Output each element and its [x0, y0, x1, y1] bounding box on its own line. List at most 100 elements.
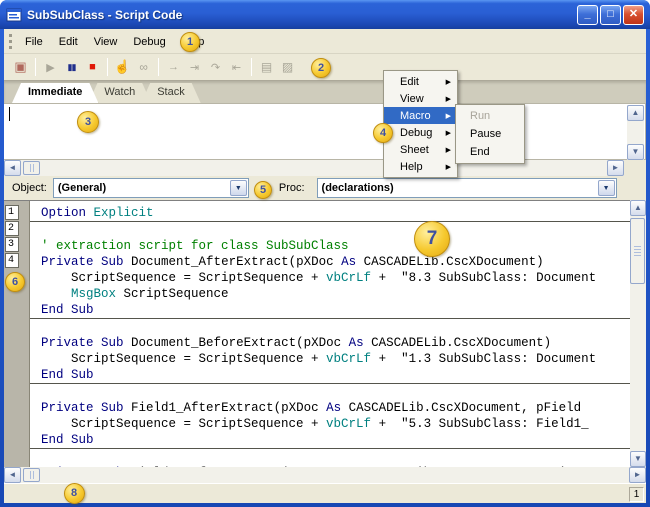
code-line[interactable]: MsgBox ScriptSequence — [4, 286, 630, 302]
menu-item-label: Sheet — [400, 144, 446, 156]
proc-dropdown[interactable]: (declarations) ▼ — [317, 178, 617, 198]
menu-file[interactable]: File — [17, 33, 51, 51]
tab-immediate[interactable]: Immediate — [12, 83, 98, 103]
code-token: vbCrLf — [326, 352, 371, 366]
close-button[interactable]: ✕ — [623, 5, 644, 25]
dialogs-icon[interactable] — [256, 57, 277, 77]
step-icon[interactable] — [163, 57, 184, 77]
code-line[interactable]: ScriptSequence = ScriptSequence + vbCrLf… — [4, 270, 630, 286]
code-line[interactable]: Private Sub Document_BeforeExtract(pXDoc… — [4, 335, 630, 351]
code-token: ScriptSequence — [116, 287, 229, 301]
step-out-icon[interactable] — [226, 57, 247, 77]
ctx-help[interactable]: Help▶ — [384, 158, 457, 175]
chevron-down-icon[interactable]: ▼ — [598, 180, 615, 196]
title-bar[interactable]: SubSubClass - Script Code _ □ ✕ — [0, 0, 650, 29]
run-icon[interactable] — [40, 57, 61, 77]
ctx-debug[interactable]: Debug▶ — [384, 124, 457, 141]
callout-badge-1: 1 — [180, 32, 200, 52]
menu-debug[interactable]: Debug — [125, 33, 173, 51]
menu-item-label: Debug — [400, 127, 446, 139]
code-line[interactable] — [4, 222, 630, 238]
code-margin[interactable]: 1234 — [4, 201, 30, 467]
scrollbar-thumb[interactable] — [23, 468, 40, 482]
code-line[interactable] — [4, 319, 630, 335]
code-token: End Sub — [41, 303, 94, 317]
properties-icon[interactable] — [277, 57, 298, 77]
menu-bar: FileEditViewDebugHelp — [4, 29, 646, 54]
scroll-left-icon[interactable]: ◄ — [4, 160, 21, 176]
sub-run[interactable]: Run — [456, 107, 524, 125]
scroll-down-icon[interactable]: ▼ — [627, 144, 644, 160]
code-line[interactable] — [4, 449, 630, 465]
code-token: Option — [41, 206, 86, 220]
code-token: Explicit — [94, 206, 154, 220]
step-into-icon[interactable] — [184, 57, 205, 77]
code-line[interactable] — [4, 384, 630, 400]
code-line[interactable]: End Sub — [4, 367, 630, 383]
immediate-horizontal-scrollbar[interactable]: ◄ ► — [4, 160, 624, 176]
tab-watch[interactable]: Watch — [88, 83, 151, 103]
code-token: As — [326, 401, 341, 415]
immediate-vertical-scrollbar[interactable]: ▲ ▼ — [627, 105, 644, 160]
code-line[interactable]: ScriptSequence = ScriptSequence + vbCrLf… — [4, 351, 630, 367]
maximize-button[interactable]: □ — [600, 5, 621, 25]
minimize-button[interactable]: _ — [577, 5, 598, 25]
code-token: Sub — [101, 255, 124, 269]
code-line[interactable]: Option Explicit — [4, 205, 630, 221]
margin-line-box[interactable]: 4 — [5, 253, 19, 268]
scroll-right-icon[interactable]: ► — [607, 160, 624, 176]
object-dropdown[interactable]: (General) ▼ — [53, 178, 249, 198]
client-area: FileEditViewDebugHelp ImmediateWatchStac… — [4, 29, 646, 503]
chevron-down-icon[interactable]: ▼ — [230, 180, 247, 196]
code-line[interactable]: End Sub — [4, 432, 630, 448]
margin-line-box[interactable]: 3 — [5, 237, 19, 252]
ctx-view[interactable]: View▶ — [384, 90, 457, 107]
menu-edit[interactable]: Edit — [51, 33, 86, 51]
sub-end[interactable]: End — [456, 143, 524, 161]
ctx-sheet[interactable]: Sheet▶ — [384, 141, 457, 158]
code-line[interactable]: ScriptSequence = ScriptSequence + vbCrLf… — [4, 416, 630, 432]
immediate-pane[interactable]: ▲ ▼ ◄ ► — [4, 103, 646, 176]
code-token — [41, 287, 71, 301]
menu-view[interactable]: View — [86, 33, 126, 51]
immediate-editor[interactable]: ▲ ▼ — [4, 103, 646, 160]
code-token: CASCADELib.CscXDocument) — [356, 255, 544, 269]
code-line[interactable]: Private Sub Document_AfterExtract(pXDoc … — [4, 254, 630, 270]
sub-pause[interactable]: Pause — [456, 125, 524, 143]
scroll-up-icon[interactable]: ▲ — [627, 105, 644, 121]
step-over-icon[interactable] — [205, 57, 226, 77]
code-token: As — [341, 255, 356, 269]
code-token: CASCADELib.CscXDocument) — [364, 336, 552, 350]
macro-icon[interactable] — [10, 57, 31, 77]
tab-stack[interactable]: Stack — [141, 83, 201, 103]
watch-icon[interactable] — [133, 57, 154, 77]
code-line[interactable]: Private Sub Field1_AfterExtract(pXDoc As… — [4, 400, 630, 416]
code-token: + "1.3 SubSubClass: Document — [371, 352, 596, 366]
code-line[interactable]: ' extraction script for class SubSubClas… — [4, 238, 630, 254]
hand-icon[interactable] — [112, 57, 133, 77]
pause-icon[interactable] — [61, 57, 82, 77]
code-line[interactable]: End Sub — [4, 302, 630, 318]
code-token: CASCADELib.CscXDocument, pField — [341, 401, 581, 415]
margin-line-box[interactable]: 2 — [5, 221, 19, 236]
scroll-left-icon[interactable]: ◄ — [4, 467, 21, 483]
ctx-edit[interactable]: Edit▶ — [384, 73, 457, 90]
scroll-right-icon[interactable]: ► — [629, 467, 646, 483]
scrollbar-thumb[interactable] — [630, 218, 645, 284]
submenu-arrow-icon: ▶ — [446, 129, 451, 137]
callout-badge-5: 5 — [254, 181, 272, 199]
menubar-grip-icon[interactable] — [9, 34, 12, 49]
margin-line-box[interactable]: 1 — [5, 205, 19, 220]
context-menu: Edit▶View▶Macro▶Debug▶Sheet▶Help▶ — [383, 70, 458, 178]
scroll-up-icon[interactable]: ▲ — [630, 200, 646, 216]
code-vertical-scrollbar[interactable]: ▲ ▼ — [630, 200, 646, 467]
scrollbar-thumb[interactable] — [23, 161, 40, 175]
menu-item-label: Pause — [470, 128, 518, 140]
ctx-macro[interactable]: Macro▶ — [384, 107, 457, 124]
code-editor[interactable]: Option Explicit ' extraction script for c… — [4, 200, 630, 467]
tab-strip: ImmediateWatchStack — [4, 81, 646, 103]
scroll-down-icon[interactable]: ▼ — [630, 451, 646, 467]
code-horizontal-scrollbar[interactable]: ◄ ► — [4, 467, 646, 483]
stop-icon[interactable] — [82, 57, 103, 77]
object-label: Object: — [12, 182, 47, 194]
